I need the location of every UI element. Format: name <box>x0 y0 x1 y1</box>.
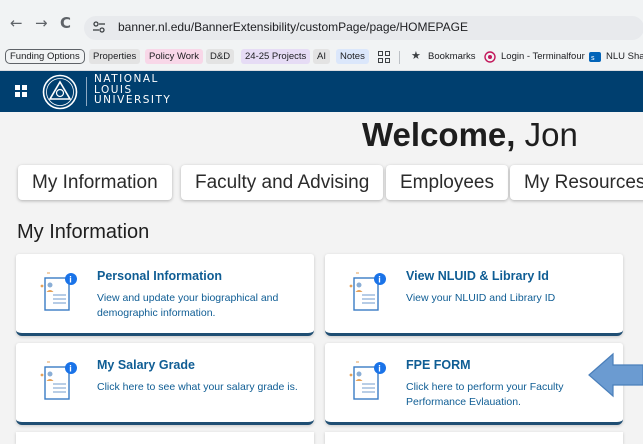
svg-text:i: i <box>69 275 72 285</box>
profile-document-icon: i <box>40 361 77 400</box>
bookmark-notes[interactable]: Notes <box>336 49 369 64</box>
card-fpe-form[interactable]: i FPE FORM Click here to perform your Fa… <box>325 343 623 425</box>
forward-arrow-icon[interactable]: → <box>35 14 48 32</box>
site-settings-icon[interactable] <box>92 20 106 34</box>
profile-document-icon: i <box>40 272 77 311</box>
bookmark-policy-work[interactable]: Policy Work <box>145 49 203 64</box>
card-view-nluid-library-id[interactable]: i View NLUID & Library Id View your NLUI… <box>325 254 623 336</box>
card-title[interactable]: View NLUID & Library Id <box>406 269 549 283</box>
card-partial[interactable] <box>16 432 314 444</box>
welcome-heading: Welcome, Jon <box>362 116 578 154</box>
svg-text:i: i <box>69 364 72 374</box>
tab-my-resources[interactable]: My Resources <box>510 165 643 200</box>
card-title[interactable]: Personal Information <box>97 269 222 283</box>
tab-faculty-and-advising[interactable]: Faculty and Advising <box>181 165 384 200</box>
wordmark-line-3: UNIVERSITY <box>94 94 172 106</box>
card-partial[interactable] <box>325 432 623 444</box>
tab-my-information[interactable]: My Information <box>18 165 172 200</box>
logo-divider <box>86 77 87 106</box>
bookmark-funding-options[interactable]: Funding Options <box>5 49 85 64</box>
card-description: View your NLUID and Library ID <box>406 292 556 304</box>
app-menu-icon[interactable] <box>15 85 27 97</box>
bookmark-ai[interactable]: AI <box>313 49 330 64</box>
apps-grid-icon[interactable] <box>378 51 390 63</box>
reload-icon[interactable]: C <box>60 14 71 32</box>
university-logo-icon[interactable] <box>42 74 78 110</box>
terminalfour-icon <box>484 51 496 63</box>
bookmark-login-terminalfour[interactable]: Login - Terminalfour <box>497 49 589 64</box>
bookmark-24-25-projects[interactable]: 24-25 Projects <box>241 49 311 64</box>
welcome-user-name: Jon <box>524 116 578 153</box>
app-header: NATIONAL LOUIS UNIVERSITY <box>0 71 643 112</box>
back-arrow-icon[interactable]: ← <box>10 14 23 32</box>
bookmarks-divider <box>399 51 400 64</box>
card-personal-information[interactable]: i Personal Information View and update y… <box>16 254 314 336</box>
bookmark-dd[interactable]: D&D <box>206 49 235 64</box>
star-icon: ★ <box>411 50 421 62</box>
browser-toolbar: ← → C banner.nl.edu/BannerExtensibility/… <box>0 0 643 44</box>
bookmark-bookmarks[interactable]: Bookmarks <box>424 49 480 64</box>
section-title: My Information <box>17 221 150 243</box>
university-wordmark: NATIONAL LOUIS UNIVERSITY <box>94 74 171 106</box>
profile-document-icon: i <box>349 361 386 400</box>
sharepoint-icon: s <box>589 52 601 62</box>
card-description: View and update your biographical and de… <box>97 292 279 319</box>
tab-employees[interactable]: Employees <box>386 165 508 200</box>
svg-text:s: s <box>591 54 595 62</box>
svg-text:i: i <box>378 364 381 374</box>
address-bar[interactable]: banner.nl.edu/BannerExtensibility/custom… <box>84 16 643 40</box>
card-title[interactable]: My Salary Grade <box>97 358 195 372</box>
welcome-greeting: Welcome, <box>362 116 516 153</box>
bookmark-nlu-sharepoint[interactable]: NLU Sha <box>602 49 643 64</box>
card-description: Click here to perform your Faculty Perfo… <box>406 381 564 408</box>
bookmarks-bar: Funding Options Properties Policy Work D… <box>0 44 643 71</box>
svg-text:i: i <box>378 275 381 285</box>
url-text: banner.nl.edu/BannerExtensibility/custom… <box>118 20 468 34</box>
card-title[interactable]: FPE FORM <box>406 358 471 372</box>
wordmark-line-1: NATIONAL <box>94 73 159 85</box>
profile-document-icon: i <box>349 272 386 311</box>
card-my-salary-grade[interactable]: i My Salary Grade Click here to see what… <box>16 343 314 425</box>
card-description: Click here to see what your salary grade… <box>97 381 298 393</box>
bookmark-properties[interactable]: Properties <box>89 49 141 64</box>
pointer-arrow-icon <box>588 352 643 398</box>
